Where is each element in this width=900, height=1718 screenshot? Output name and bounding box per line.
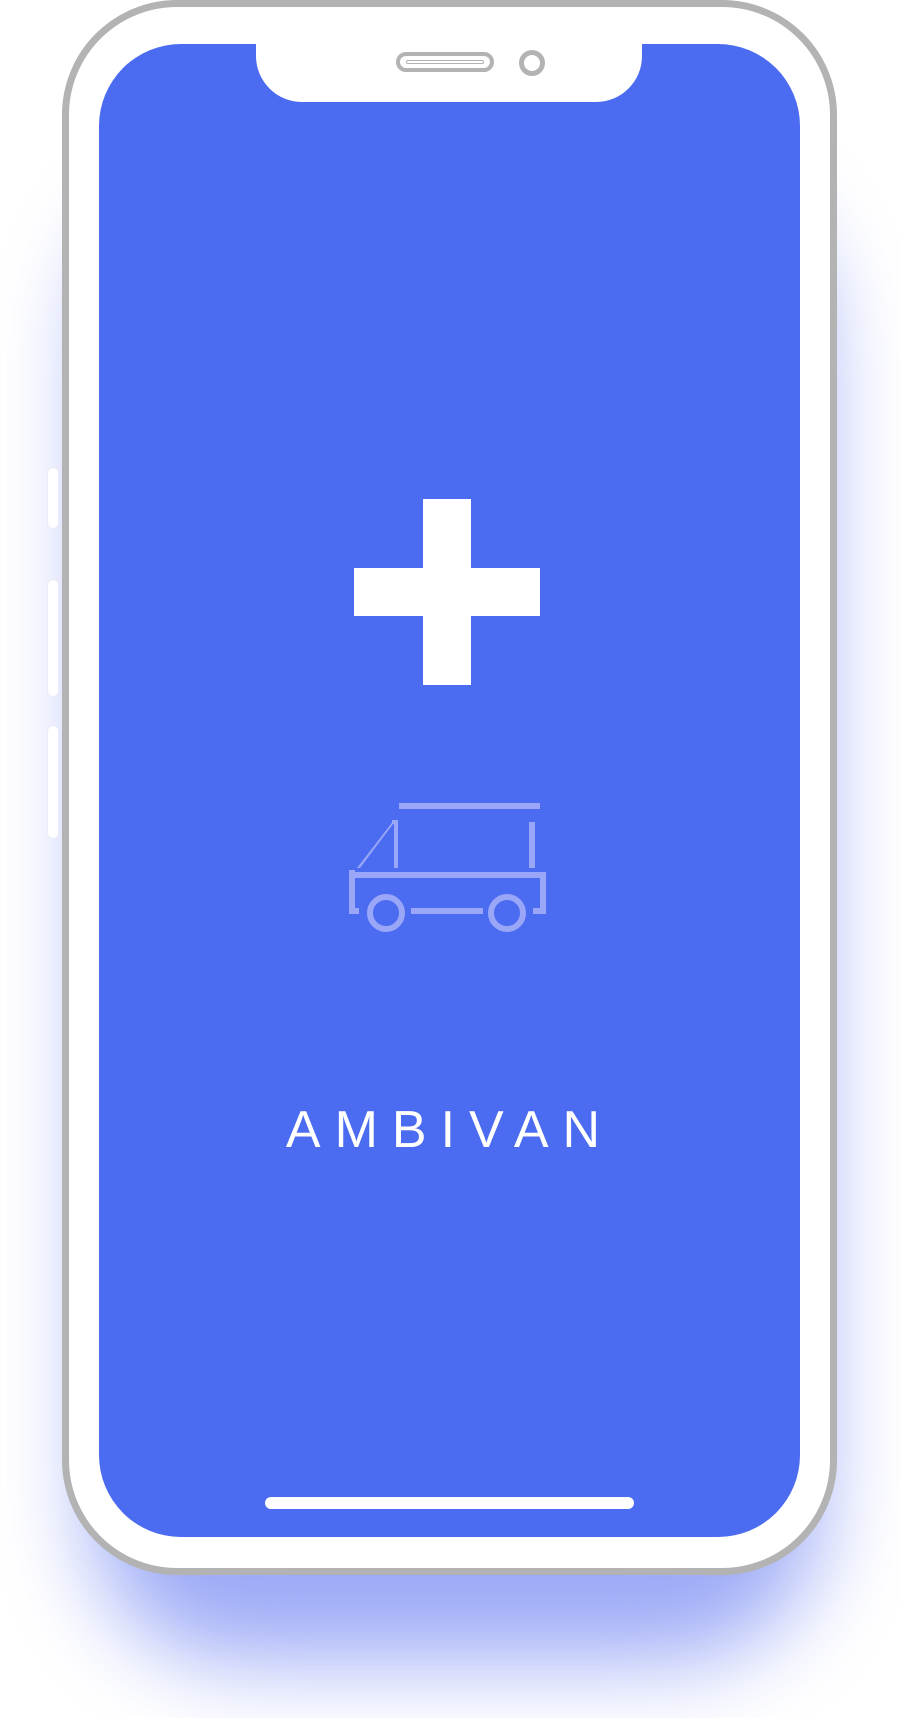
van-rear-wheel: [488, 894, 526, 932]
ambulance-van-icon: [349, 803, 546, 932]
van-front-pillar: [394, 820, 398, 868]
home-indicator[interactable]: [265, 1497, 634, 1509]
van-windshield: [357, 820, 396, 868]
earpiece-speaker: [396, 52, 494, 72]
medical-cross-horizontal-bar: [354, 568, 540, 616]
front-camera: [519, 50, 545, 76]
volume-up-button: [48, 580, 58, 696]
van-body-line: [352, 872, 546, 914]
brand-wordmark: AMBIVAN: [285, 1101, 615, 1159]
volume-down-button: [48, 726, 58, 838]
mute-switch: [48, 468, 58, 528]
splash-screen: [99, 44, 800, 1537]
van-front-wheel: [367, 894, 405, 932]
van-windshield-top: [392, 820, 398, 824]
splash-stage: AMBIVAN: [0, 0, 900, 1718]
